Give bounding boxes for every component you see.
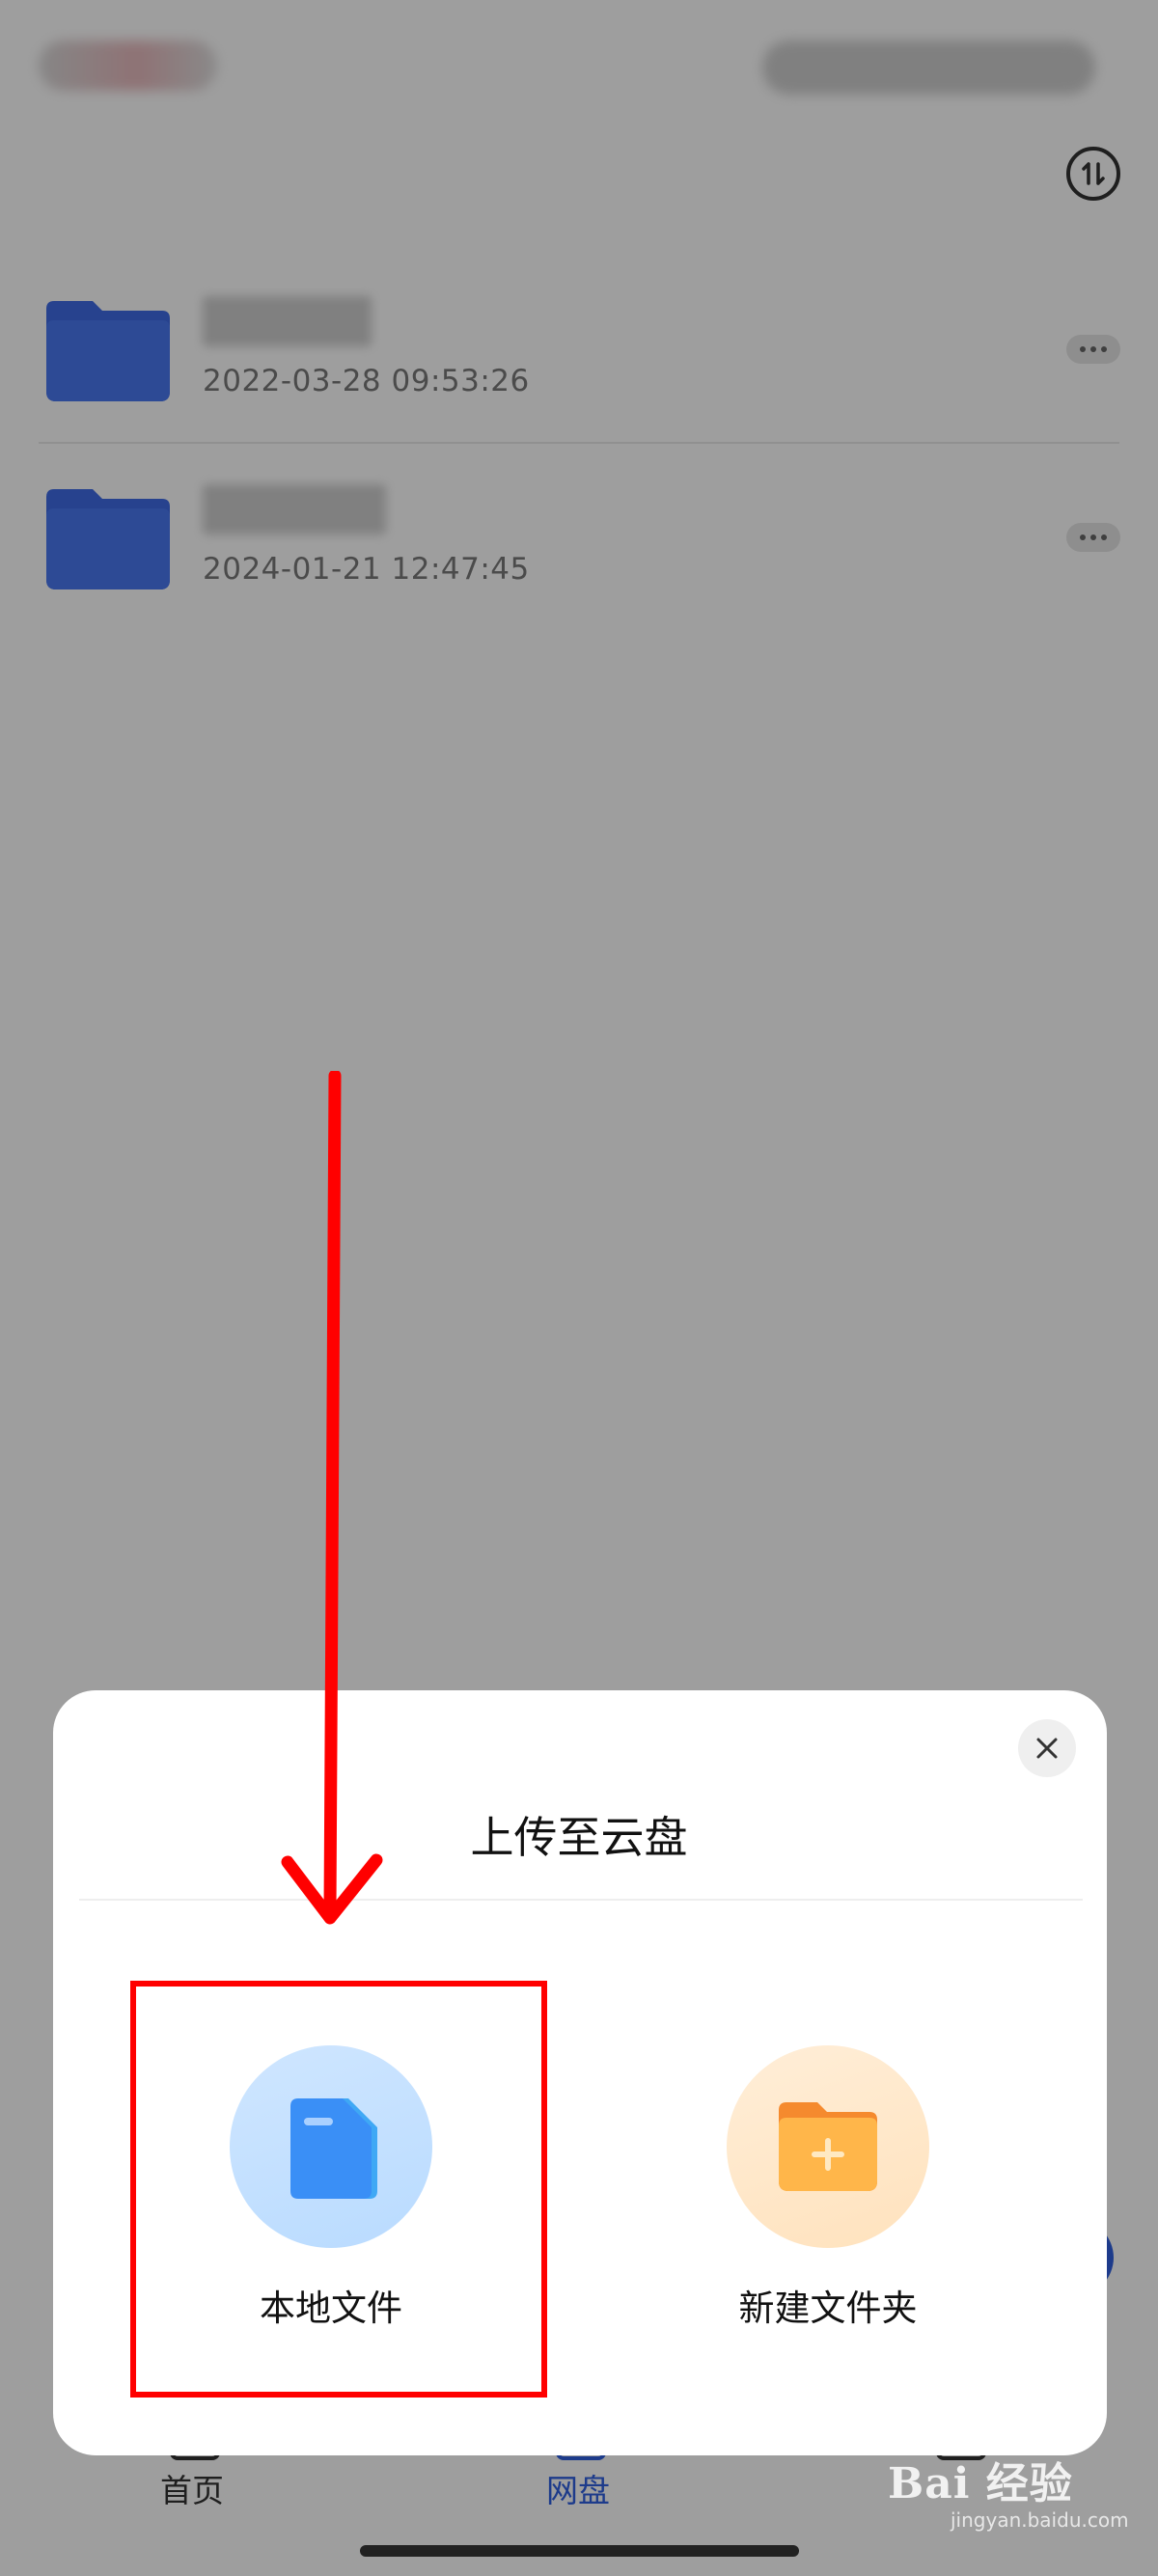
close-icon — [1036, 1738, 1058, 1759]
home-indicator[interactable] — [360, 2545, 799, 2557]
new-folder-icon — [779, 2102, 877, 2191]
annotation-arrow — [281, 1071, 383, 1925]
sheet-divider — [79, 1899, 1083, 1901]
sheet-title: 上传至云盘 — [470, 1812, 688, 1863]
watermark: Bai 经验 — [888, 2459, 1073, 2508]
annotation-highlight-box — [130, 1981, 547, 2398]
watermark-url: jingyan.baidu.com — [951, 2508, 1129, 2532]
new-folder-label[interactable]: 新建文件夹 — [683, 2279, 973, 2331]
close-button[interactable] — [1018, 1719, 1076, 1777]
new-folder-option[interactable] — [727, 2045, 929, 2248]
